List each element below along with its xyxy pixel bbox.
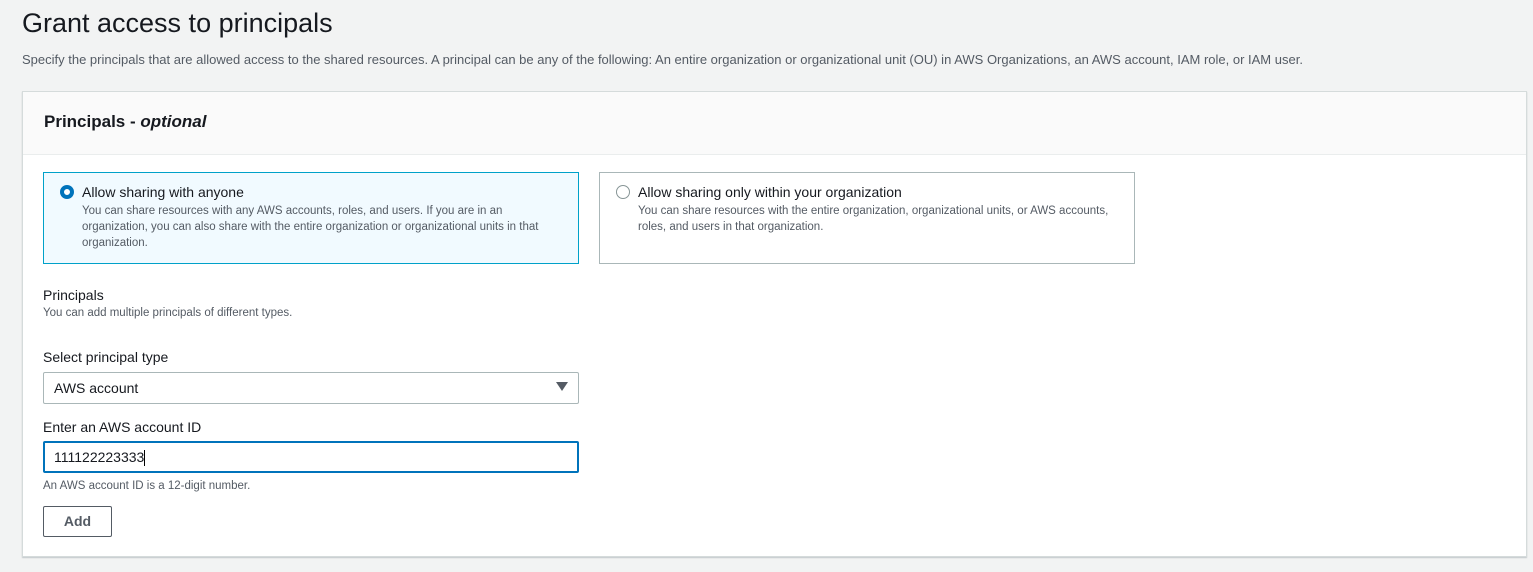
option-description: You can share resources with any AWS acc… [82,205,539,249]
option-label: Allow sharing with anyone [82,184,244,200]
principals-label: Principals [43,287,104,303]
principals-panel: Principals - optional Allow sharing with… [22,91,1527,557]
radio-selected-icon[interactable] [60,185,74,199]
account-id-value: 111122223333 [54,449,145,465]
option-share-anyone[interactable]: Allow sharing with anyone You can share … [43,172,579,264]
panel-title-optional: optional [140,112,207,131]
page-description: Specify the principals that are allowed … [22,52,1303,67]
account-id-input[interactable]: 111122223333 [43,441,579,473]
account-id-label: Enter an AWS account ID [43,419,202,435]
account-id-hint: An AWS account ID is a 12-digit number. [43,480,251,492]
option-label: Allow sharing only within your organizat… [638,184,902,200]
caret-down-icon [556,382,568,391]
radio-unselected-icon[interactable] [616,185,630,199]
panel-title: Principals [44,112,126,131]
option-description: You can share resources with the entire … [638,205,1109,233]
option-share-within-org[interactable]: Allow sharing only within your organizat… [599,172,1135,264]
principal-type-label: Select principal type [43,349,169,365]
page-title: Grant access to principals [22,8,333,38]
principal-type-value: AWS account [54,380,139,396]
principal-type-select[interactable]: AWS account [43,372,579,404]
add-button[interactable]: Add [43,506,112,537]
panel-header: Principals - optional [23,92,1526,155]
principals-hint: You can add multiple principals of diffe… [43,307,293,319]
